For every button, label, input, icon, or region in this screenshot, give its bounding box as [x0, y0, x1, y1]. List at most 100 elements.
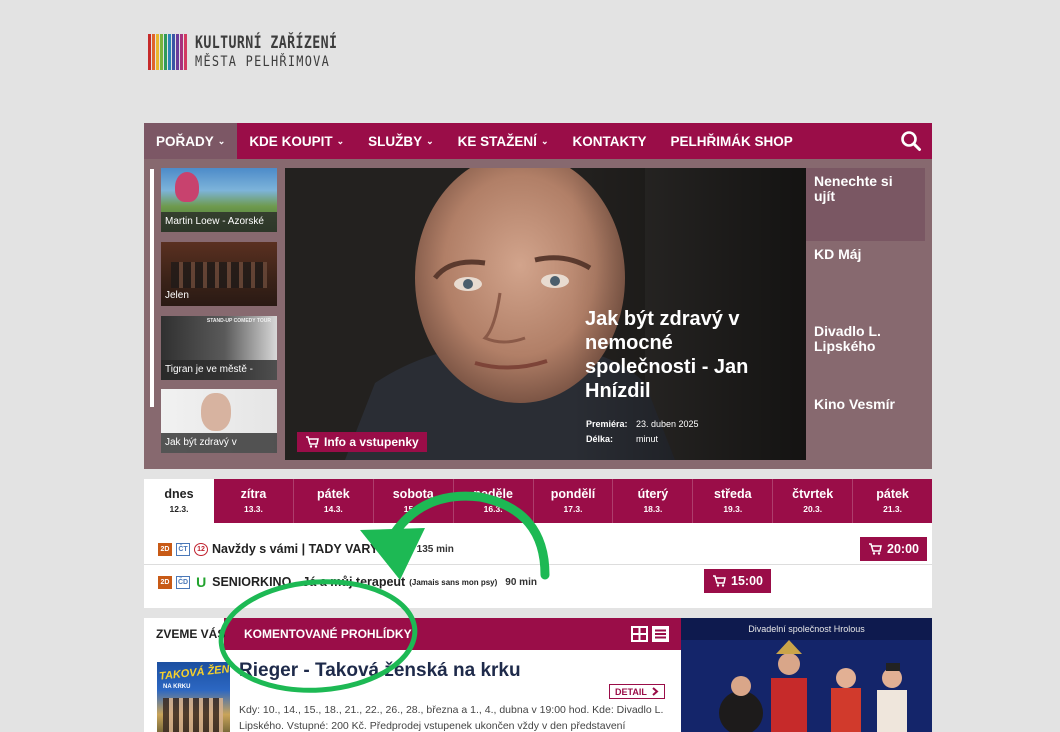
nav-label: KONTAKTY	[572, 133, 647, 149]
thumb-martin-loew[interactable]: Martin Loew - Azorské	[161, 168, 277, 232]
tab-day: pátek	[876, 487, 909, 501]
view-toggle	[631, 626, 669, 642]
thumb-jelen[interactable]: Jelen	[161, 242, 277, 306]
tab-day: dnes	[164, 487, 194, 501]
tab-pondeli[interactable]: pondělí 17.3.	[534, 479, 614, 523]
schedule-list: 2D ČT 12 Navždy s vámi | TADY VARY ( I'm…	[144, 523, 932, 608]
thumb-face	[201, 393, 231, 431]
language-badge: ČT	[176, 542, 190, 556]
premiere-value: 23. duben 2025	[636, 419, 699, 429]
premiere-label: Premiéra:	[586, 419, 628, 429]
thumbnail-scrollbar[interactable]	[150, 169, 154, 407]
poster-cast	[163, 698, 223, 732]
tab-utery[interactable]: úterý 18.3.	[613, 479, 694, 523]
featured-photo[interactable]: Divadelní společnost Hrolous	[681, 618, 932, 732]
logo-line-2: MĚSTA PELHŘIMOVA	[195, 53, 331, 70]
tab-day: pátek	[317, 487, 350, 501]
chevron-down-icon: ⌄	[426, 135, 434, 146]
nav-item-sluzby[interactable]: SLUŽBY ⌄	[356, 123, 446, 159]
tab-date: 21.3.	[883, 504, 903, 514]
tab-nedele[interactable]: neděle 16.3.	[454, 479, 534, 523]
thumb-tigran[interactable]: STAND-UP COMEDY TOUR Tigran je ve městě …	[161, 316, 277, 380]
showtime-label: 20:00	[887, 542, 919, 556]
nav-item-kde-koupit[interactable]: KDE KOUPIT ⌄	[237, 123, 356, 159]
logo-color-bar	[156, 34, 159, 70]
tab-day: sobota	[392, 487, 434, 501]
nav-label: KDE KOUPIT	[249, 133, 333, 149]
age-rating-badge: 12	[194, 542, 208, 556]
venue-menu: Nenechte si ujít KD Máj Divadlo L. Lipsk…	[806, 168, 925, 460]
showtime-button[interactable]: 20:00	[860, 537, 927, 561]
language-badge: ČD	[176, 575, 191, 589]
main-navigation: POŘADY ⌄ KDE KOUPIT ⌄ SLUŽBY ⌄ KE STAŽENÍ ⌄ …	[144, 123, 932, 159]
tab-zveme-vas[interactable]: ZVEME VÁS	[144, 618, 225, 650]
event-title[interactable]: Rieger - Taková ženská na krku	[239, 660, 521, 682]
tab-date: 17.3.	[563, 504, 583, 514]
schedule-row[interactable]: 2D ČD U SENIORKINO - Já a můj terapeut (…	[158, 571, 537, 593]
hero-meta: Premiéra: 23. duben 2025 Délka: minut	[586, 417, 699, 448]
logo-color-bar	[148, 34, 151, 70]
logo-color-bar	[164, 34, 167, 70]
tab-komentovane-prohlidky[interactable]: KOMENTOVANÉ PROHLÍDKY	[244, 627, 412, 641]
list-view-icon[interactable]	[652, 626, 669, 642]
chevron-down-icon: ⌄	[217, 135, 226, 146]
logo-text: KULTURNÍ ZAŘÍZENÍ MĚSTA PELHŘIMOVA	[195, 34, 378, 70]
age-rating-badge: U	[196, 574, 207, 590]
logo-color-bar	[180, 34, 183, 70]
nav-item-porady[interactable]: POŘADY ⌄	[144, 123, 238, 159]
venue-item-kino-vesmir[interactable]: Kino Vesmír	[806, 387, 925, 460]
tab-date: 20.3.	[803, 504, 823, 514]
film-original-title: (Jamais sans mon psy)	[409, 577, 498, 587]
venue-item-nenechte[interactable]: Nenechte si ujít	[806, 168, 925, 241]
film-title[interactable]: Navždy s vámi | TADY VARY	[212, 542, 378, 556]
site-logo[interactable]: KULTURNÍ ZAŘÍZENÍ MĚSTA PELHŘIMOVA	[148, 34, 378, 70]
length-label: Délka:	[586, 434, 614, 445]
tab-patek-2[interactable]: pátek 21.3.	[853, 479, 932, 523]
format-badge: 2D	[158, 575, 172, 589]
nav-item-shop[interactable]: PELHŘIMÁK SHOP	[658, 123, 804, 159]
schedule-row[interactable]: 2D ČT 12 Navždy s vámi | TADY VARY ( I'm…	[158, 538, 454, 560]
event-description: Kdy: 10., 14., 15., 18., 21., 22., 26., …	[239, 704, 664, 732]
grid-view-icon[interactable]	[631, 626, 648, 642]
tab-date: 15.3.	[403, 504, 423, 514]
hero-title[interactable]: Jak být zdravý v nemocné společnosti - J…	[585, 307, 775, 403]
events-panel: ZVEME VÁS KOMENTOVANÉ PROHLÍDKY TAKOVÁ Ž…	[144, 618, 681, 732]
tab-day: čtvrtek	[792, 487, 834, 501]
logo-color-bar	[176, 34, 179, 70]
film-title[interactable]: SENIORKINO - Já a můj terapeut	[212, 575, 405, 589]
logo-color-bar	[152, 34, 155, 70]
schedule-day-tabs: dnes 12.3. zítra 13.3. pátek 14.3. sobota 15…	[144, 479, 932, 523]
film-duration: 90 min	[505, 576, 537, 588]
tab-date: 19.3.	[723, 504, 743, 514]
cart-icon	[869, 543, 882, 555]
logo-color-bar	[168, 34, 171, 70]
venue-item-kd-maj[interactable]: KD Máj	[806, 241, 925, 314]
chevron-right-icon	[652, 687, 659, 696]
tab-dnes[interactable]: dnes 12.3.	[144, 479, 214, 523]
thumb-caption: Tigran je ve městě -	[161, 360, 277, 380]
tab-sobota[interactable]: sobota 15.3.	[374, 479, 454, 523]
cart-icon	[306, 436, 319, 448]
tab-day: středa	[714, 487, 752, 501]
film-original-title: ( I'm St	[382, 544, 409, 554]
thumb-jak-byt-zdravy[interactable]: Jak být zdravý v	[161, 389, 277, 453]
venue-item-divadlo[interactable]: Divadlo L. Lipského	[806, 314, 925, 387]
tab-ctvrtek[interactable]: čtvrtek 20.3.	[773, 479, 854, 523]
thumb-caption: Jak být zdravý v	[161, 433, 277, 453]
search-icon[interactable]	[900, 130, 922, 152]
tab-date: 18.3.	[643, 504, 663, 514]
event-poster[interactable]: TAKOVÁ ŽENSKÁ NA KRKU	[157, 662, 230, 732]
tab-patek[interactable]: pátek 14.3.	[294, 479, 374, 523]
showtime-button[interactable]: 15:00	[704, 569, 771, 593]
nav-item-kontakty[interactable]: KONTAKTY	[560, 123, 658, 159]
tab-streda[interactable]: středa 19.3.	[693, 479, 774, 523]
cart-icon	[713, 575, 726, 587]
nav-item-ke-stazeni[interactable]: KE STAŽENÍ ⌄	[446, 123, 561, 159]
logo-line-1: KULTURNÍ ZAŘÍZENÍ	[195, 33, 338, 54]
info-tickets-button[interactable]: Info a vstupenky	[297, 432, 427, 452]
nav-label: KE STAŽENÍ	[457, 133, 537, 149]
events-panel-header: ZVEME VÁS KOMENTOVANÉ PROHLÍDKY	[144, 618, 681, 650]
tab-zitra[interactable]: zítra 13.3.	[214, 479, 294, 523]
detail-button[interactable]: DETAIL	[609, 684, 665, 699]
showtime-label: 15:00	[731, 574, 763, 588]
